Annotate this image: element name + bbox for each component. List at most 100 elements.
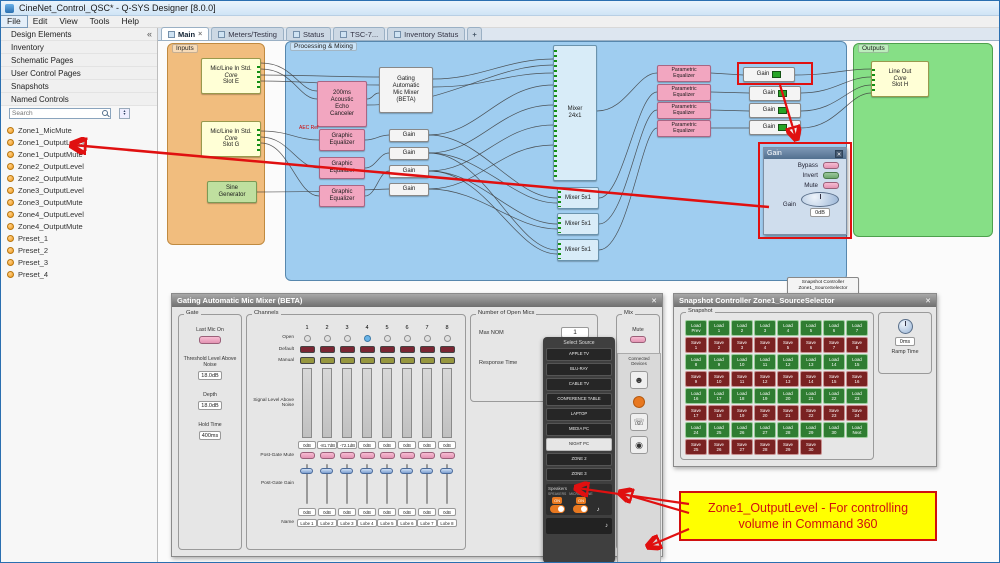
post-gate-gain-slider[interactable] (299, 462, 315, 506)
save-snapshot-button[interactable]: Save12 (754, 371, 776, 387)
tab-status[interactable]: Status (286, 27, 331, 40)
search-input[interactable] (9, 108, 111, 119)
save-snapshot-button[interactable]: Save9 (685, 371, 707, 387)
camera-icon[interactable]: ◉ (630, 436, 648, 454)
named-control-preset_2[interactable]: Preset_2 (1, 244, 157, 256)
slider-handle[interactable] (400, 468, 413, 474)
post-gate-mute-button[interactable] (320, 452, 335, 459)
slider-handle[interactable] (300, 468, 313, 474)
named-control-preset_1[interactable]: Preset_1 (1, 232, 157, 244)
post-gate-mute-button[interactable] (440, 452, 455, 459)
post-gate-gain-value[interactable]: 0dB (418, 508, 436, 516)
load-snapshot-button[interactable]: Load14 (823, 354, 845, 370)
channel-name[interactable]: Lobe 4 (357, 519, 376, 527)
channel-name[interactable]: Lobe 7 (417, 519, 436, 527)
save-snapshot-button[interactable]: Save4 (754, 337, 776, 353)
named-control-zone4_outputlevel[interactable]: Zone4_OutputLevel (1, 208, 157, 220)
save-snapshot-button[interactable]: Save21 (777, 405, 799, 421)
load-snapshot-button[interactable]: Load5 (800, 320, 822, 336)
slider-handle[interactable] (360, 468, 373, 474)
load-snapshot-button[interactable]: Load12 (777, 354, 799, 370)
source-item[interactable]: ZONE 3 (546, 468, 612, 481)
named-control-zone4_outputmute[interactable]: Zone4_OutputMute (1, 220, 157, 232)
save-snapshot-button[interactable]: Save11 (731, 371, 753, 387)
load-snapshot-button[interactable]: Load16 (685, 388, 707, 404)
menu-item-help[interactable]: Help (115, 16, 144, 27)
last-mic-on-toggle[interactable] (199, 336, 221, 344)
load-snapshot-button[interactable]: Load6 (823, 320, 845, 336)
default-button[interactable] (360, 346, 375, 353)
post-gate-gain-value[interactable]: 0dB (298, 508, 316, 516)
slider-handle[interactable] (420, 468, 433, 474)
block-output-gain-4[interactable]: Gain (749, 120, 801, 135)
post-gate-mute-button[interactable] (360, 452, 375, 459)
save-snapshot-button[interactable]: Save20 (754, 405, 776, 421)
save-snapshot-button[interactable]: Save15 (823, 371, 845, 387)
channel-name[interactable]: Lobe 6 (397, 519, 416, 527)
post-gate-gain-slider[interactable] (419, 462, 435, 506)
load-snapshot-button[interactable]: LoadPrev (685, 320, 707, 336)
block-gain-2[interactable]: Gain (389, 147, 429, 160)
tab-main[interactable]: Main × (161, 27, 209, 40)
save-snapshot-button[interactable]: Save13 (777, 371, 799, 387)
close-tab-icon[interactable]: × (198, 31, 202, 38)
block-mixer-24x1[interactable]: Mixer 24x1 (553, 45, 597, 181)
load-snapshot-button[interactable]: Load18 (731, 388, 753, 404)
save-snapshot-button[interactable]: Save27 (731, 439, 753, 455)
post-gate-gain-slider[interactable] (399, 462, 415, 506)
microphone-on-button[interactable]: ON (576, 497, 586, 504)
users-icon[interactable]: ☻ (630, 371, 648, 389)
load-snapshot-button[interactable]: Load24 (685, 422, 707, 438)
load-snapshot-button[interactable]: Load28 (777, 422, 799, 438)
block-parametric-equalizer-3[interactable]: ParametricEqualizer (657, 102, 711, 119)
save-snapshot-button[interactable]: Save26 (708, 439, 730, 455)
default-button[interactable] (420, 346, 435, 353)
named-control-zone1_micmute[interactable]: Zone1_MicMute (1, 124, 157, 136)
named-controls-header[interactable]: Named Controls (1, 93, 157, 106)
load-snapshot-button[interactable]: Load9 (708, 354, 730, 370)
post-gate-mute-button[interactable] (380, 452, 395, 459)
close-icon[interactable]: ✕ (651, 297, 657, 305)
block-mixer-5x1-2[interactable]: Mixer 5x1 (557, 213, 599, 235)
post-gate-gain-value[interactable]: 0dB (398, 508, 416, 516)
channel-name[interactable]: Lobe 1 (297, 519, 316, 527)
ramp-time-value[interactable]: 0ms (895, 337, 915, 346)
save-snapshot-button[interactable]: Save18 (708, 405, 730, 421)
default-button[interactable] (320, 346, 335, 353)
speakers-toggle[interactable] (550, 505, 565, 513)
sidebar-section-inventory[interactable]: Inventory (1, 41, 157, 54)
load-snapshot-button[interactable]: Load3 (754, 320, 776, 336)
block-graphic-equalizer-3[interactable]: GraphicEqualizer (319, 185, 365, 207)
save-snapshot-button[interactable]: Save29 (777, 439, 799, 455)
collapse-sidebar-icon[interactable]: « (147, 29, 152, 39)
manual-button[interactable] (380, 357, 395, 364)
post-gate-gain-value[interactable]: 0dB (378, 508, 396, 516)
block-parametric-equalizer-2[interactable]: ParametricEqualizer (657, 84, 711, 101)
load-snapshot-button[interactable]: Load15 (846, 354, 868, 370)
save-snapshot-button[interactable]: Save25 (685, 439, 707, 455)
save-snapshot-button[interactable]: Save2 (708, 337, 730, 353)
load-snapshot-button[interactable]: Load20 (777, 388, 799, 404)
new-tab-button[interactable]: + (467, 27, 481, 40)
load-snapshot-button[interactable]: Load4 (777, 320, 799, 336)
load-snapshot-button[interactable]: Load11 (754, 354, 776, 370)
default-button[interactable] (400, 346, 415, 353)
load-snapshot-button[interactable]: Load1 (708, 320, 730, 336)
named-control-zone1_outputmute[interactable]: Zone1_OutputMute (1, 148, 157, 160)
microphone-toggle[interactable] (573, 505, 588, 513)
save-snapshot-button[interactable]: Save24 (846, 405, 868, 421)
hold-time-value[interactable]: 400ms (199, 431, 222, 440)
post-gate-gain-value[interactable]: 0dB (338, 508, 356, 516)
phone-icon[interactable]: ☏ (630, 413, 648, 431)
block-output-gain-2[interactable]: Gain (749, 86, 801, 101)
slider-handle[interactable] (380, 468, 393, 474)
named-control-zone3_outputlevel[interactable]: Zone3_OutputLevel (1, 184, 157, 196)
save-snapshot-button[interactable]: Save5 (777, 337, 799, 353)
channel-name[interactable]: Lobe 8 (437, 519, 456, 527)
block-parametric-equalizer-1[interactable]: ParametricEqualizer (657, 65, 711, 82)
sidebar-section-user-control-pages[interactable]: User Control Pages (1, 67, 157, 80)
named-control-zone1_outputlevel[interactable]: Zone1_OutputLevel (1, 136, 157, 148)
load-snapshot-button[interactable]: Load13 (800, 354, 822, 370)
post-gate-gain-slider[interactable] (439, 462, 455, 506)
save-snapshot-button[interactable]: Save23 (823, 405, 845, 421)
